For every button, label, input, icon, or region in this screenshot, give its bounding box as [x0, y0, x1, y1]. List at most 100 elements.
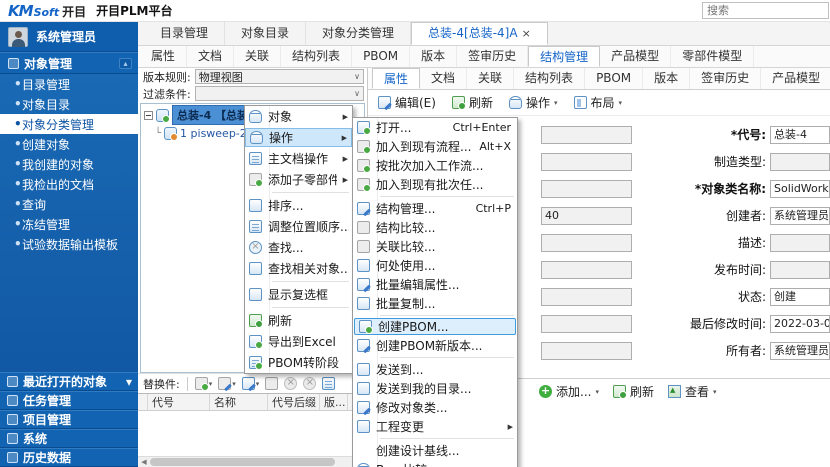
collapse-node-icon[interactable]	[144, 111, 153, 120]
left-field-input[interactable]: 40	[541, 207, 632, 225]
submenu-item-batch-workflow[interactable]: 按批次加入工作流...	[353, 156, 517, 175]
add-replace-part-button[interactable]: ▾	[195, 377, 213, 390]
submenu-item-bom-compare[interactable]: Bom比较	[353, 460, 517, 467]
tab-assembly-4-active[interactable]: 总装-4[总装-4]A ×	[411, 22, 548, 45]
sidebar-item-test-data-template[interactable]: •试验数据输出模板	[0, 234, 138, 254]
rtab-relations[interactable]: 关联	[467, 68, 514, 89]
sidebar-section-task-management[interactable]: 任务管理	[0, 391, 138, 410]
rtab-product-model[interactable]: 产品模型	[761, 68, 830, 89]
tab-relations[interactable]: 关联	[234, 46, 281, 67]
column-version[interactable]: 版...	[320, 394, 348, 410]
sidebar-user-row[interactable]: 系统管理员	[0, 22, 138, 52]
menu-item-add-child-part[interactable]: 添加子零部件▶	[245, 169, 352, 190]
submenu-item-open[interactable]: 打开...Ctrl+Enter	[353, 118, 517, 137]
menu-item-show-checkbox[interactable]: 显示复选框	[245, 284, 352, 305]
menu-item-object[interactable]: 对象▶	[245, 106, 352, 127]
submenu-item-design-baseline[interactable]: 创建设计基线...	[353, 441, 517, 460]
tab-object-classification[interactable]: 对象分类管理	[306, 22, 411, 45]
column-name[interactable]: 名称	[210, 394, 268, 410]
sidebar-item-my-checked-out-docs[interactable]: •我检出的文档	[0, 174, 138, 194]
tab-structure-list[interactable]: 结构列表	[281, 46, 352, 67]
collapse-arrow-icon[interactable]: ▴	[119, 58, 132, 69]
submenu-item-relation-compare[interactable]: 关联比较...	[353, 237, 517, 256]
edit-doc-button[interactable]: ▾	[242, 377, 260, 390]
menu-item-find-related[interactable]: 查找相关对象...	[245, 258, 352, 279]
sidebar-item-object-catalog[interactable]: •对象目录	[0, 94, 138, 114]
submenu-item-structure-manage[interactable]: 结构管理...Ctrl+P	[353, 199, 517, 218]
menu-item-refresh[interactable]: 刷新	[245, 310, 352, 331]
left-field-input[interactable]	[541, 153, 632, 171]
add-button[interactable]: +添加...▾	[539, 383, 599, 400]
submenu-item-batch-edit[interactable]: 批量编辑属性...	[353, 275, 517, 294]
submenu-item-add-to-flow[interactable]: 加入到现有流程...Alt+X	[353, 137, 517, 156]
field-input-last-modified[interactable]: 2022-03-07 1	[770, 315, 830, 333]
filter-select[interactable]: ∨	[195, 86, 364, 101]
clipboard-button[interactable]	[322, 377, 335, 390]
submenu-item-send-to[interactable]: 发送到...	[353, 360, 517, 379]
submenu-item-batch-copy[interactable]: 批量复制...	[353, 294, 517, 313]
tab-approval-history[interactable]: 签审历史	[457, 46, 528, 67]
sidebar-item-create-object[interactable]: •创建对象	[0, 134, 138, 154]
sidebar-section-system[interactable]: 系统	[0, 429, 138, 448]
field-input-description[interactable]	[770, 234, 830, 252]
field-input-status[interactable]: 创建	[770, 288, 830, 306]
sidebar-item-my-created-objects[interactable]: •我创建的对象	[0, 154, 138, 174]
menu-item-export-excel[interactable]: 导出到Excel	[245, 331, 352, 352]
edit-button[interactable]: 编辑(E)	[378, 94, 436, 111]
tab-catalog-management[interactable]: 目录管理	[144, 22, 225, 45]
submenu-item-send-my-folder[interactable]: 发送到我的目录...	[353, 379, 517, 398]
menu-item-main-doc-operation[interactable]: 主文档操作▶	[245, 148, 352, 169]
submenu-item-create-pbom-highlighted[interactable]: 创建PBOM...	[354, 318, 516, 335]
submenu-item-modify-class[interactable]: 修改对象类...	[353, 398, 517, 417]
field-input-code[interactable]: 总装-4	[770, 126, 830, 144]
submenu-item-structure-compare[interactable]: 结构比较...	[353, 218, 517, 237]
rtab-approval-history[interactable]: 签审历史	[690, 68, 761, 89]
sidebar-section-project-management[interactable]: 项目管理	[0, 410, 138, 429]
left-field-input[interactable]	[541, 234, 632, 252]
scroll-left-icon[interactable]: ◀	[139, 457, 149, 467]
sidebar-item-object-classification[interactable]: •对象分类管理	[0, 114, 138, 134]
submenu-item-engineering-change[interactable]: 工程变更▶	[353, 417, 517, 436]
scrollbar-thumb[interactable]	[150, 458, 335, 466]
rtab-structure-list[interactable]: 结构列表	[514, 68, 585, 89]
sidebar-section-history-data[interactable]: 历史数据	[0, 448, 138, 467]
left-field-input[interactable]	[541, 315, 632, 333]
tab-version[interactable]: 版本	[410, 46, 457, 67]
left-field-input[interactable]	[541, 126, 632, 144]
field-input-creator[interactable]: 系统管理员	[770, 207, 830, 225]
tab-documents[interactable]: 文档	[187, 46, 234, 67]
tab-pbom[interactable]: PBOM	[352, 46, 410, 67]
sidebar-item-catalog-management[interactable]: •目录管理	[0, 74, 138, 94]
tab-part-model[interactable]: 零部件模型	[671, 46, 754, 67]
menu-item-pbom-stage[interactable]: PBOM转阶段	[245, 352, 352, 373]
bottom-refresh-button[interactable]: 刷新	[613, 383, 654, 400]
view-button[interactable]: 查看▾	[668, 383, 717, 400]
horizontal-scrollbar[interactable]: ◀	[138, 456, 367, 467]
submenu-item-where-used[interactable]: 何处使用...	[353, 256, 517, 275]
left-field-input[interactable]	[541, 342, 632, 360]
tab-properties[interactable]: 属性	[140, 46, 187, 67]
tab-product-model[interactable]: 产品模型	[600, 46, 671, 67]
field-input-object-class[interactable]: SolidWorks零	[770, 180, 830, 198]
submenu-item-batch-task[interactable]: 加入到现有批次任...	[353, 175, 517, 194]
left-field-input[interactable]	[541, 261, 632, 279]
field-input-manufacture-type[interactable]	[770, 153, 830, 171]
edit-gear-button[interactable]: ▾	[218, 377, 236, 390]
submenu-item-create-pbom-version[interactable]: 创建PBOM新版本...	[353, 336, 517, 355]
menu-item-adjust-order[interactable]: 调整位置顺序...	[245, 216, 352, 237]
rtab-properties-active[interactable]: 属性	[372, 68, 420, 89]
sidebar-section-object-management[interactable]: 对象管理 ▴	[0, 52, 138, 74]
sidebar-item-freeze-management[interactable]: •冻结管理	[0, 214, 138, 234]
close-tab-icon[interactable]: ×	[522, 22, 531, 45]
operation-button[interactable]: 操作▾	[509, 94, 558, 111]
tab-object-catalog[interactable]: 对象目录	[225, 22, 306, 45]
refresh-button[interactable]: 刷新	[452, 94, 493, 111]
layout-button[interactable]: 布局▾	[574, 94, 623, 111]
expand-arrow-icon[interactable]: ▾	[126, 375, 132, 389]
menu-item-sort[interactable]: 排序...	[245, 195, 352, 216]
sidebar-section-recent-objects[interactable]: 最近打开的对象▾	[0, 372, 138, 391]
column-code-suffix[interactable]: 代号后缀	[268, 394, 320, 410]
sidebar-item-query[interactable]: •查询	[0, 194, 138, 214]
menu-item-find[interactable]: 查找...	[245, 237, 352, 258]
menu-item-operation-highlighted[interactable]: 操作▶	[245, 128, 352, 147]
